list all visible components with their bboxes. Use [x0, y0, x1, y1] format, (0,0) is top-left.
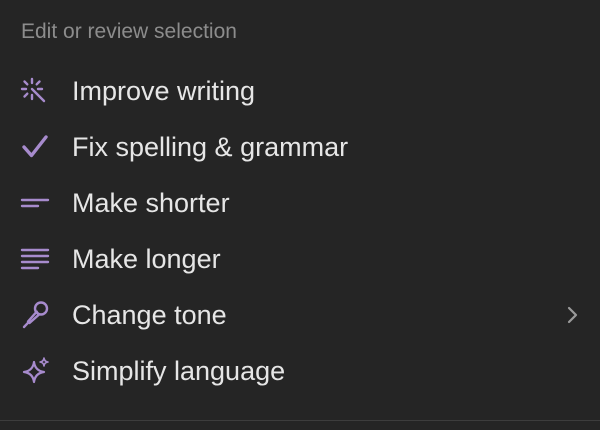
menu-item-make-longer[interactable]: Make longer [0, 231, 600, 287]
microphone-icon [19, 299, 51, 331]
short-lines-icon [19, 187, 51, 219]
menu-item-label: Change tone [72, 300, 227, 330]
menu-item-simplify-language[interactable]: Simplify language [0, 343, 600, 399]
menu-item-label: Simplify language [72, 356, 286, 386]
checkmark-icon [19, 131, 51, 163]
menu-item-change-tone[interactable]: Change tone [0, 287, 600, 343]
menu-item-label: Make longer [72, 244, 221, 274]
menu-item-label: Make shorter [72, 188, 230, 218]
magic-wand-icon [19, 75, 51, 107]
menu-item-make-shorter[interactable]: Make shorter [0, 175, 600, 231]
sparkles-icon [19, 355, 51, 387]
menu-item-fix-spelling[interactable]: Fix spelling & grammar [0, 119, 600, 175]
menu-item-label: Fix spelling & grammar [72, 132, 349, 162]
divider [0, 420, 600, 421]
menu-item-label: Improve writing [72, 76, 256, 106]
long-lines-icon [19, 243, 51, 275]
section-header: Edit or review selection [21, 20, 237, 43]
menu-item-improve-writing[interactable]: Improve writing [0, 63, 600, 119]
ai-edit-menu: Edit or review selection Improve writing… [0, 0, 600, 430]
chevron-right-icon [562, 305, 582, 325]
